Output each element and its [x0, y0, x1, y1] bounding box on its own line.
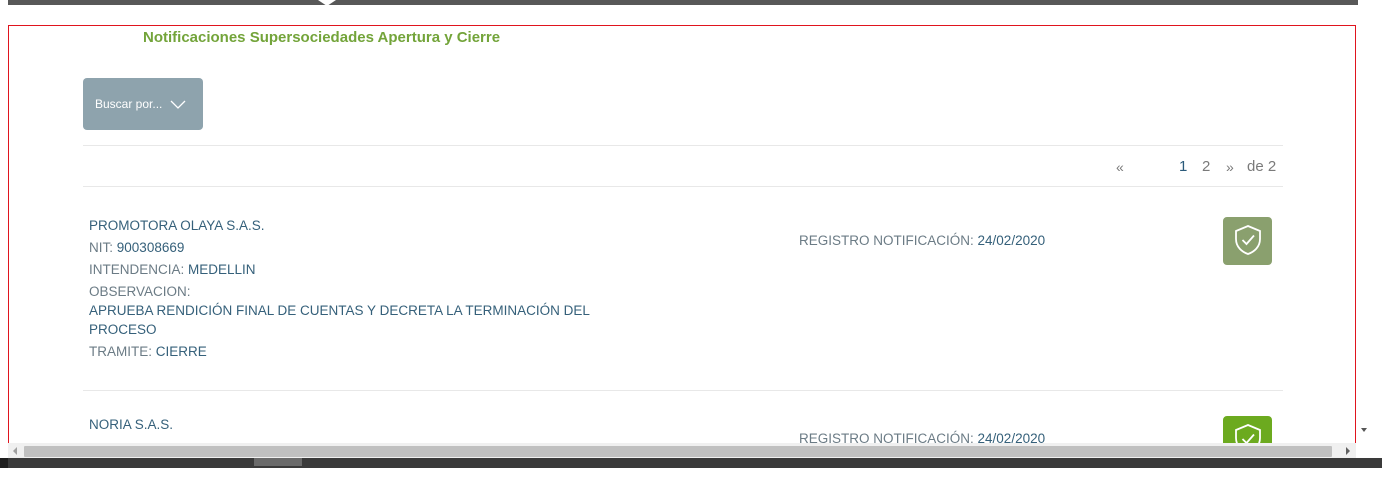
notifications-panel: Notificaciones Supersociedades Apertura …: [8, 25, 1356, 466]
page-scrollbar[interactable]: [1358, 0, 1382, 493]
top-bar: [8, 0, 1358, 6]
nit-label: NIT:: [89, 240, 114, 255]
scroll-left-arrow-icon[interactable]: [13, 447, 17, 455]
scroll-down-arrow-icon[interactable]: [1361, 428, 1367, 432]
taskbar-strip: [0, 458, 1382, 468]
search-by-label: Buscar por...: [95, 97, 163, 111]
tab-pointer: [318, 0, 336, 6]
status-badge[interactable]: [1223, 217, 1272, 265]
shield-check-icon: [1233, 224, 1263, 259]
pagination: « 1 2 » de 2: [1109, 158, 1284, 180]
tramite-value: CIERRE: [155, 344, 207, 359]
pagination-next[interactable]: »: [1226, 159, 1234, 175]
intendencia-value: MEDELLIN: [188, 262, 256, 277]
horizontal-scroll-thumb[interactable]: [24, 446, 1332, 457]
pagination-page-1[interactable]: 1: [1179, 158, 1187, 175]
search-by-button[interactable]: Buscar por...: [83, 78, 203, 130]
nit-value: 900308669: [116, 240, 185, 255]
intendencia-label: INTENDENCIA:: [89, 262, 185, 277]
intendencia-row: INTENDENCIA: MEDELLIN: [89, 262, 256, 277]
registro-value: 24/02/2020: [977, 233, 1046, 248]
divider: [83, 390, 1283, 391]
pagination-prev[interactable]: «: [1116, 159, 1124, 175]
horizontal-scrollbar[interactable]: [8, 443, 1356, 458]
taskbar-left-block: [0, 458, 8, 468]
divider: [83, 145, 1283, 146]
page-title: Notificaciones Supersociedades Apertura …: [143, 29, 501, 46]
scroll-right-arrow-icon[interactable]: [1346, 447, 1350, 455]
divider: [83, 186, 1283, 187]
registro-row: REGISTRO NOTIFICACIÓN: 24/02/2020: [799, 233, 1045, 248]
observacion-label: OBSERVACION:: [89, 284, 191, 299]
taskbar-item[interactable]: [254, 458, 302, 466]
observacion-value: APRUEBA RENDICIÓN FINAL DE CUENTAS Y DEC…: [89, 303, 590, 337]
tramite-label: TRAMITE:: [89, 344, 152, 359]
pagination-total: de 2: [1247, 158, 1277, 175]
company-name[interactable]: NORIA S.A.S.: [89, 417, 173, 432]
tramite-row: TRAMITE: CIERRE: [89, 344, 207, 359]
chevron-down-icon: [170, 99, 186, 109]
registro-label: REGISTRO NOTIFICACIÓN:: [799, 233, 974, 248]
nit-row: NIT: 900308669: [89, 240, 184, 255]
company-name[interactable]: PROMOTORA OLAYA S.A.S.: [89, 218, 265, 233]
pagination-page-2[interactable]: 2: [1202, 158, 1210, 175]
